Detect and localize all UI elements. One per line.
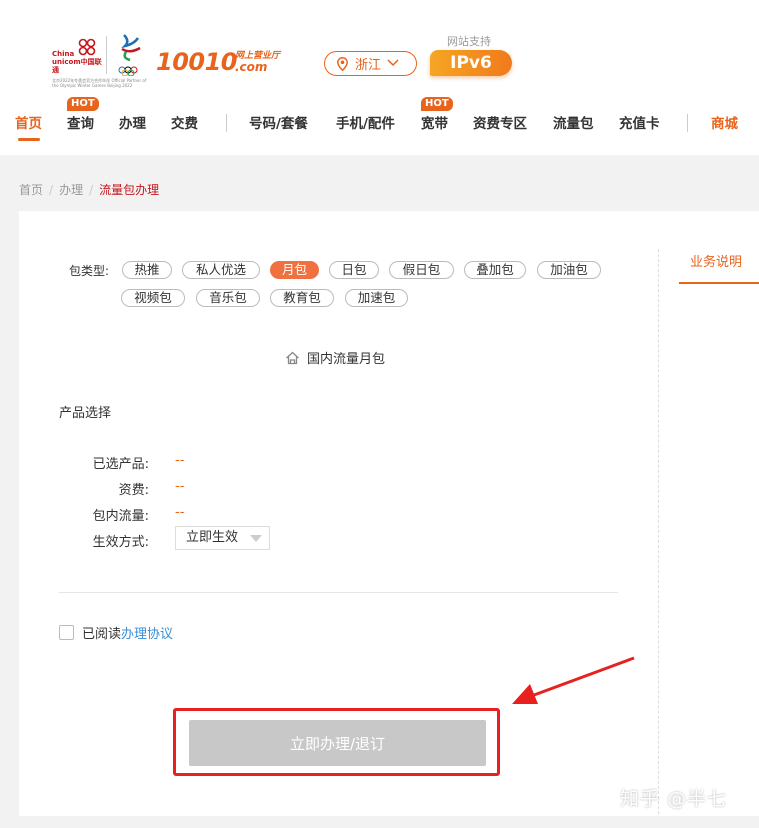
olympic-emblem <box>110 32 150 77</box>
unicom-logo[interactable]: China unicom中国联通 <box>52 38 104 74</box>
nav-item-home[interactable]: 首页 <box>15 114 42 134</box>
main-nav: 首页 查询 办理 交费 号码/套餐 手机/配件 宽带 资费专区 流量包 充值卡 … <box>0 114 759 136</box>
submit-button[interactable]: 立即办理/退订 <box>189 720 486 766</box>
agreement-checkbox[interactable] <box>59 625 74 640</box>
package-tag-accelerate[interactable]: 加速包 <box>345 289 408 307</box>
nav-item-mall[interactable]: 商城 <box>711 114 738 134</box>
package-tag-boost[interactable]: 加油包 <box>537 261 601 279</box>
package-tag-video[interactable]: 视频包 <box>121 289 185 307</box>
logo-divider <box>106 36 107 74</box>
breadcrumb-current: 流量包办理 <box>99 183 160 197</box>
side-tab-indicator <box>679 282 759 284</box>
divider-line <box>59 592 618 593</box>
chevron-down-icon <box>387 59 399 67</box>
package-tag-stack[interactable]: 叠加包 <box>464 261 526 279</box>
breadcrumb-separator: / <box>89 183 94 197</box>
effect-select[interactable]: 立即生效 <box>175 526 270 550</box>
nav-item-query[interactable]: 查询 <box>67 114 94 134</box>
package-tag-education[interactable]: 教育包 <box>270 289 334 307</box>
traffic-label: 包内流量: <box>92 509 149 524</box>
tab-business-description[interactable]: 业务说明 <box>690 251 742 270</box>
nav-separator <box>226 114 227 132</box>
breadcrumb: 首页 / 办理 / 流量包办理 <box>19 181 159 198</box>
site-header: China unicom中国联通 北京2022年冬奥会官方合作伙伴 Offici… <box>0 0 759 155</box>
partner-text: 北京2022年冬奥会官方合作伙伴 Official Partner of the… <box>52 78 147 88</box>
section-title: 国内流量月包 <box>285 348 385 367</box>
effect-label: 生效方式: <box>92 535 149 550</box>
ipv6-badge: IPv6 <box>430 50 512 76</box>
location-pin-icon <box>337 56 348 71</box>
agreement-prefix: 已阅读 <box>82 627 122 642</box>
fee-value: -- <box>175 479 185 494</box>
nav-item-data-pack[interactable]: 流量包 <box>553 114 594 134</box>
breadcrumb-home[interactable]: 首页 <box>19 183 43 197</box>
breadcrumb-handle[interactable]: 办理 <box>59 183 83 197</box>
package-tag-private[interactable]: 私人优选 <box>182 261 260 279</box>
nav-item-recharge[interactable]: 充值卡 <box>619 114 660 134</box>
unicom-brand-text: China unicom中国联通 <box>52 50 102 74</box>
product-select-heading: 产品选择 <box>59 406 112 421</box>
agreement-link[interactable]: 办理协议 <box>121 623 173 642</box>
agreement-row: 已阅读 办理协议 <box>59 623 173 642</box>
ipv6-support-label: 网站支持 <box>447 35 491 48</box>
hot-badge-query: HOT <box>67 97 99 111</box>
region-selector[interactable]: 浙江 <box>324 51 417 76</box>
section-title-text: 国内流量月包 <box>307 352 386 367</box>
nav-item-handle[interactable]: 办理 <box>119 114 146 134</box>
selected-product-value: -- <box>175 453 185 468</box>
watermark: 知乎 @半七 <box>620 788 728 810</box>
nav-separator <box>687 114 688 132</box>
package-tag-hot[interactable]: 热推 <box>122 261 172 279</box>
package-tag-monthly[interactable]: 月包 <box>270 261 319 279</box>
breadcrumb-separator: / <box>49 183 54 197</box>
hot-badge-broadband: HOT <box>421 97 453 111</box>
package-tag-music[interactable]: 音乐包 <box>196 289 260 307</box>
data-pack-card: 业务说明 包类型: 热推 私人优选 月包 日包 假日包 叠加包 加油包 视频包 … <box>19 211 759 816</box>
nav-item-number-plan[interactable]: 号码/套餐 <box>249 114 308 134</box>
annotation-arrow-icon <box>512 656 635 704</box>
traffic-value: -- <box>175 505 185 520</box>
package-tag-holiday[interactable]: 假日包 <box>389 261 454 279</box>
selected-product-label: 已选产品: <box>92 457 149 472</box>
logo-10010[interactable]: 10010 <box>156 48 238 76</box>
nav-item-tariff[interactable]: 资费专区 <box>473 114 527 134</box>
fee-label: 资费: <box>118 483 149 498</box>
package-type-label: 包类型: <box>69 264 110 278</box>
vertical-divider <box>658 249 659 814</box>
nav-item-broadband[interactable]: 宽带 <box>421 114 448 134</box>
nav-active-indicator <box>18 138 40 141</box>
nav-item-phone[interactable]: 手机/配件 <box>336 114 395 134</box>
package-tag-daily[interactable]: 日包 <box>329 261 379 279</box>
logo-com: .com <box>235 60 268 74</box>
nav-item-pay[interactable]: 交费 <box>171 114 198 134</box>
home-icon <box>286 351 299 364</box>
olympic-emblem-icon <box>118 34 141 77</box>
region-label: 浙江 <box>355 58 382 73</box>
caret-down-icon <box>250 535 262 542</box>
effect-select-value: 立即生效 <box>186 530 239 545</box>
